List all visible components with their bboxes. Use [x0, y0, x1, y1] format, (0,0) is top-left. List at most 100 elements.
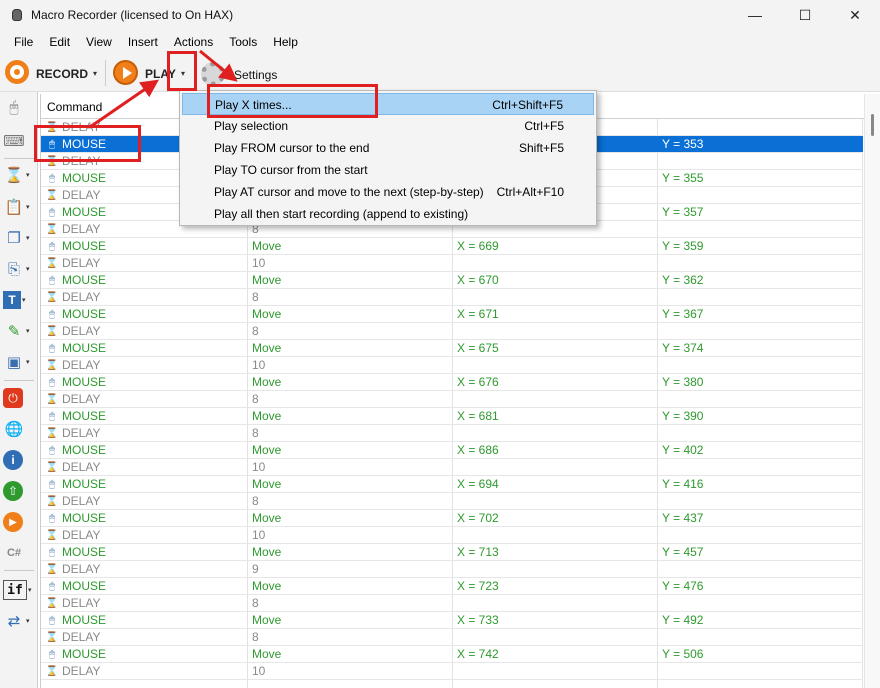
command-cell: ⌛ DELAY	[45, 596, 101, 610]
command-cell: 🖱 MOUSE	[45, 171, 106, 185]
menu-tools[interactable]: Tools	[221, 35, 265, 49]
param-cell-p1: Move	[252, 375, 282, 389]
table-row[interactable]: 🖱 MOUSE Move X = 742 Y = 506	[41, 646, 863, 663]
menu-bar: File Edit View Insert Actions Tools Help	[0, 30, 880, 54]
table-row[interactable]: ⌛ DELAY 10	[41, 459, 863, 476]
table-row[interactable]: ⌛ DELAY 9	[41, 561, 863, 578]
command-label: DELAY	[62, 222, 101, 236]
table-row[interactable]: ⌛ DELAY 8	[41, 391, 863, 408]
menu-help[interactable]: Help	[265, 35, 306, 49]
table-row[interactable]: 🖱 MOUSE Move X = 675 Y = 374	[41, 340, 863, 357]
table-row[interactable]: ⌛ DELAY 10	[41, 527, 863, 544]
menu-item-play-then-record[interactable]: Play all then start recording (append to…	[182, 203, 594, 225]
table-row[interactable]: 🖱 MOUSE Move X = 702 Y = 437	[41, 510, 863, 527]
hourglass-icon: ⌛	[45, 393, 59, 405]
menu-item-play-to-cursor[interactable]: Play TO cursor from the start	[182, 159, 594, 181]
maximize-button[interactable]: ☐	[780, 0, 830, 30]
mouse-icon: 🖱	[49, 512, 55, 524]
sidebar-loop[interactable]: ⇄ ▾	[3, 608, 35, 634]
sidebar-eyedropper[interactable]: ✎ ▾	[3, 318, 35, 344]
table-row[interactable]: ⌛ DELAY 8	[41, 493, 863, 510]
menu-item-play-from-cursor[interactable]: Play FROM cursor to the end Shift+F5	[182, 137, 594, 159]
stop-icon: ⏻	[3, 388, 23, 408]
command-cell: 🖱 MOUSE	[45, 477, 106, 491]
command-palette-sidebar: 🖱 ⌨ ⌛ ▾ 📋 ▾ ❐ ▾ ⎘ ▾ T ▾ ✎ ▾ ▣ ▾ ⏻ 🌐 i ⇧ ▶ C# if…	[0, 92, 38, 688]
sidebar-web[interactable]: ⇧	[3, 478, 35, 504]
info-icon: i	[3, 450, 23, 470]
table-row[interactable]: ⌛ DELAY 8	[41, 425, 863, 442]
param-cell-p3: Y = 402	[662, 443, 704, 457]
command-cell: ⌛ DELAY	[45, 324, 101, 338]
param-cell-p3: Y = 367	[662, 307, 704, 321]
param-cell-p2: X = 686	[457, 443, 499, 457]
table-row[interactable]: ⌛ DELAY 8	[41, 323, 863, 340]
table-row[interactable]: ⌛ DELAY 8	[41, 629, 863, 646]
param-cell-p3: Y = 457	[662, 545, 704, 559]
menu-file[interactable]: File	[6, 35, 41, 49]
command-label: DELAY	[62, 290, 101, 304]
table-row[interactable]: ⌛ DELAY 10	[41, 357, 863, 374]
vertical-scrollbar[interactable]	[864, 94, 880, 688]
minimize-button[interactable]: —	[730, 0, 780, 30]
param-cell-p1: Move	[252, 443, 282, 457]
table-row[interactable]: 🖱 MOUSE Move X = 713 Y = 457	[41, 544, 863, 561]
command-cell: ⌛ DELAY	[45, 188, 101, 202]
close-button[interactable]: ✕	[830, 0, 880, 30]
sidebar-eyedropper-arrow: ▾	[26, 328, 30, 335]
mouse-icon: 🖱	[49, 206, 55, 218]
record-icon	[5, 60, 29, 84]
table-row[interactable]: 🖱 MOUSE Move X = 694 Y = 416	[41, 476, 863, 493]
sidebar-mouse[interactable]: 🖱	[3, 94, 35, 120]
table-row[interactable]: 🖱 MOUSE Move X = 671 Y = 367	[41, 306, 863, 323]
table-row[interactable]: 🖱 MOUSE Move X = 676 Y = 380	[41, 374, 863, 391]
window-controls: — ☐ ✕	[730, 0, 880, 30]
sidebar-keyboard[interactable]: ⌨	[3, 128, 35, 154]
sidebar-info[interactable]: i	[3, 447, 35, 473]
sidebar-image[interactable]: ▣ ▾	[3, 349, 35, 375]
sidebar-csharp[interactable]: C#	[3, 540, 35, 566]
hourglass-icon: ⌛	[45, 563, 59, 575]
sidebar-image-arrow: ▾	[26, 359, 30, 366]
table-row[interactable]: 🖱 MOUSE Move X = 733 Y = 492	[41, 612, 863, 629]
if-icon: if	[3, 580, 27, 600]
column-header-command[interactable]: Command	[47, 100, 102, 114]
menu-edit[interactable]: Edit	[41, 35, 78, 49]
sidebar-copy[interactable]: ⎘ ▾	[3, 256, 35, 282]
table-row[interactable]: ⌛ DELAY 8	[41, 595, 863, 612]
record-label: RECORD	[36, 67, 89, 81]
sidebar-delay[interactable]: ⌛ ▾	[3, 162, 35, 188]
sidebar-if[interactable]: if ▾	[3, 577, 35, 603]
table-row[interactable]: ⌛ DELAY 8	[41, 289, 863, 306]
scrollbar-thumb[interactable]	[871, 114, 874, 136]
menu-view[interactable]: View	[78, 35, 120, 49]
sidebar-clipboard[interactable]: 📋 ▾	[3, 194, 35, 220]
mouse-icon: 🖱	[49, 240, 55, 252]
sidebar-text[interactable]: T ▾	[3, 287, 35, 313]
menu-actions[interactable]: Actions	[166, 35, 221, 49]
param-cell-p2: X = 681	[457, 409, 499, 423]
table-row[interactable]: 🖱 MOUSE Move X = 670 Y = 362	[41, 272, 863, 289]
settings-label: Settings	[234, 68, 278, 82]
menu-insert[interactable]: Insert	[120, 35, 166, 49]
sidebar-play[interactable]: ▶	[3, 509, 35, 535]
table-row[interactable]: 🖱 MOUSE Move X = 669 Y = 359	[41, 238, 863, 255]
hourglass-icon: ⌛	[4, 167, 24, 184]
record-dropdown-arrow[interactable]: ▾	[93, 69, 97, 78]
record-button[interactable]: RECORD ▾	[2, 56, 102, 88]
param-cell-p1: Move	[252, 307, 282, 321]
sidebar-globe[interactable]: 🌐	[3, 416, 35, 442]
menu-item-shortcut: Ctrl+Shift+F5	[492, 98, 563, 112]
command-label: MOUSE	[62, 273, 107, 287]
sidebar-window[interactable]: ❐ ▾	[3, 225, 35, 251]
table-row[interactable]: 🖱 MOUSE Move X = 686 Y = 402	[41, 442, 863, 459]
param-cell-p1: 8	[252, 494, 259, 508]
table-row[interactable]: 🖱 MOUSE Move X = 681 Y = 390	[41, 408, 863, 425]
sidebar-stop[interactable]: ⏻	[3, 385, 35, 411]
annotation-box-mouse-row	[34, 125, 141, 162]
menu-item-play-step-by-step[interactable]: Play AT cursor and move to the next (ste…	[182, 181, 594, 203]
menu-item-play-selection[interactable]: Play selection Ctrl+F5	[182, 115, 594, 137]
param-cell-p1: Move	[252, 239, 282, 253]
table-row[interactable]: 🖱 MOUSE Move X = 723 Y = 476	[41, 578, 863, 595]
table-row[interactable]: ⌛ DELAY 10	[41, 255, 863, 272]
table-row[interactable]: ⌛ DELAY 10	[41, 663, 863, 680]
